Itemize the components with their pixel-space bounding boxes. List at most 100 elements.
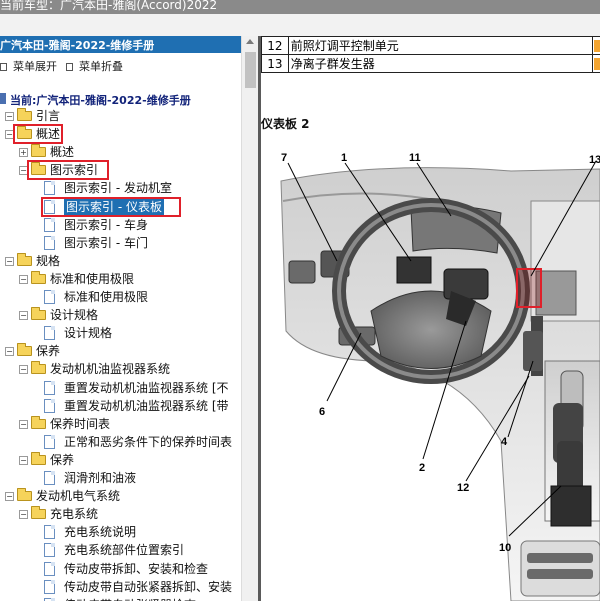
- highlight-box: [27, 160, 109, 181]
- tree-doc-item[interactable]: 标准和使用极限: [0, 288, 241, 306]
- dashboard-diagram: 7 1 11 13 6 2 4 12 10: [280, 152, 600, 601]
- folder-icon: [17, 488, 32, 502]
- row-number: 13: [261, 54, 289, 73]
- folder-icon: [17, 343, 32, 357]
- tree-folder-item[interactable]: − 设计规格: [0, 306, 241, 324]
- tree-expander-icon[interactable]: −: [19, 311, 28, 321]
- tree-expander-icon[interactable]: −: [19, 274, 28, 284]
- tree-item-label: 传动皮带自动张紧器检查: [64, 596, 196, 601]
- tree-doc-item[interactable]: 润滑剂和油液: [0, 469, 241, 487]
- document-icon: [44, 217, 55, 232]
- tree-doc-item[interactable]: 正常和恶劣条件下的保养时间表: [0, 433, 241, 451]
- highlight-box: [13, 124, 63, 145]
- tree-doc-item[interactable]: 图示索引 - 车门: [0, 234, 241, 252]
- row-number: 12: [261, 36, 289, 55]
- tree-item-label: 充电系统部件位置索引: [64, 543, 185, 558]
- scroll-up-arrow-icon[interactable]: [246, 39, 254, 44]
- collapse-icon: [66, 63, 73, 71]
- tree-folder-item[interactable]: − 保养: [0, 342, 241, 360]
- tree-folder-item[interactable]: − 保养: [0, 451, 241, 469]
- tree-item-label: 标准和使用极限: [50, 271, 135, 286]
- tree-item-label: 规格: [36, 253, 61, 268]
- folder-icon: [31, 451, 46, 465]
- callout-4: 4: [501, 436, 508, 448]
- document-icon: [44, 525, 55, 540]
- callout-11: 11: [409, 152, 421, 164]
- book-icon: [0, 93, 6, 104]
- row-link[interactable]: [591, 54, 600, 73]
- expand-all-label: 菜单展开: [13, 60, 57, 73]
- tree-expander-icon[interactable]: −: [19, 365, 28, 375]
- tree-folder-item[interactable]: − 发动机机油监视器系统: [0, 360, 241, 378]
- tree-folder-item[interactable]: − 概述: [0, 124, 241, 145]
- tree-expander-icon[interactable]: −: [5, 112, 14, 121]
- expand-all-button[interactable]: 菜单展开: [0, 58, 57, 74]
- diagram-title: 仪表板 2: [261, 117, 310, 131]
- tree-item-label: 传动皮带自动张紧器拆卸、安装: [64, 579, 233, 594]
- folder-icon: [31, 506, 46, 520]
- tree-doc-item[interactable]: 重置发动机机油监视器系统 [带: [0, 397, 241, 415]
- tree-item-label: 保养: [36, 344, 61, 359]
- tree-doc-item[interactable]: 设计规格: [0, 324, 241, 342]
- tree-doc-item[interactable]: 充电系统部件位置索引: [0, 541, 241, 559]
- current-manual-label: 当前:广汽本田-雅阁-2022-维修手册: [10, 94, 191, 107]
- document-icon: [44, 380, 55, 395]
- folder-icon: [31, 361, 46, 375]
- tree-expander-icon[interactable]: −: [5, 347, 14, 357]
- content-pane: 12 前照灯调平控制单元 13 净离子群发生器 仪表板 2 7 1 11 13 …: [261, 36, 600, 601]
- document-icon: [44, 471, 55, 485]
- tree-item-label: 重置发动机机油监视器系统 [带: [64, 398, 229, 413]
- parts-table: 12 前照灯调平控制单元 13 净离子群发生器: [261, 36, 600, 73]
- tree-expander-icon[interactable]: −: [5, 256, 14, 266]
- tree-item-label: 图示索引 - 车身: [64, 217, 148, 232]
- folder-icon: [31, 144, 46, 158]
- scrollbar-thumb[interactable]: [245, 52, 256, 88]
- tree-expander-icon[interactable]: +: [19, 148, 28, 158]
- callout-1: 1: [341, 152, 347, 164]
- tree-doc-item[interactable]: 充电系统说明: [0, 523, 241, 541]
- tree-doc-item[interactable]: 传动皮带自动张紧器检查: [0, 596, 241, 601]
- tree-doc-item[interactable]: 图示索引 - 车身: [0, 216, 241, 234]
- window-titlebar: 当前车型：广汽本田-雅阁(Accord)2022: [0, 0, 600, 14]
- tree-header: 广汽本田-雅阁-2022-维修手册: [0, 36, 241, 53]
- top-toolbar-area: [0, 14, 600, 36]
- tree-folder-item[interactable]: − 标准和使用极限: [0, 270, 241, 288]
- tree-item-label: 图示索引 - 发动机室: [64, 181, 172, 196]
- tree-folder-item[interactable]: − 图示索引: [0, 160, 241, 181]
- tree-expander-icon[interactable]: −: [19, 510, 28, 520]
- tree-item-label: 标准和使用极限: [64, 290, 149, 304]
- collapse-all-button[interactable]: 菜单折叠: [66, 58, 123, 74]
- document-icon: [44, 326, 55, 341]
- tree-header-title: 广汽本田-雅阁-2022-维修手册: [0, 39, 155, 52]
- tree-doc-item[interactable]: 重置发动机机油监视器系统 [不: [0, 379, 241, 397]
- tree-item-label: 引言: [36, 109, 61, 123]
- highlight-box: [41, 196, 181, 217]
- tree-folder-item[interactable]: + 概述: [0, 143, 241, 161]
- tree-item-label: 传动皮带拆卸、安装和检查: [64, 561, 209, 576]
- document-icon: [44, 181, 55, 196]
- tree-folder-item[interactable]: − 保养时间表: [0, 415, 241, 433]
- folder-icon: [17, 252, 32, 266]
- tree-doc-item[interactable]: 传动皮带拆卸、安装和检查: [0, 560, 241, 578]
- callout-6: 6: [319, 406, 325, 418]
- tree-expander-icon[interactable]: −: [19, 455, 28, 465]
- collapse-all-label: 菜单折叠: [79, 60, 123, 73]
- tree-folder-item[interactable]: − 规格: [0, 252, 241, 270]
- tree-doc-item[interactable]: 图示索引 - 仪表板: [0, 196, 241, 217]
- table-row: 12 前照灯调平控制单元: [261, 36, 600, 55]
- tree-doc-item[interactable]: 图示索引 - 发动机室: [0, 179, 241, 197]
- callout-12: 12: [457, 482, 469, 494]
- tree-doc-item[interactable]: 传动皮带自动张紧器拆卸、安装: [0, 578, 241, 596]
- tree-item-label: 保养: [50, 452, 75, 467]
- tree-folder-item[interactable]: − 发动机电气系统: [0, 487, 241, 505]
- tree-expander-icon[interactable]: −: [5, 492, 14, 502]
- tree-scrollbar[interactable]: [241, 36, 258, 601]
- callout-10: 10: [499, 542, 511, 554]
- document-icon: [44, 579, 55, 594]
- row-name: 前照灯调平控制单元: [287, 36, 593, 55]
- tree-folder-item[interactable]: − 充电系统: [0, 505, 241, 523]
- tree-expander-icon[interactable]: −: [19, 419, 28, 429]
- tree-folder-item[interactable]: − 引言: [0, 107, 241, 125]
- row-link[interactable]: [591, 36, 600, 55]
- tree-item-label: 充电系统说明: [64, 525, 137, 540]
